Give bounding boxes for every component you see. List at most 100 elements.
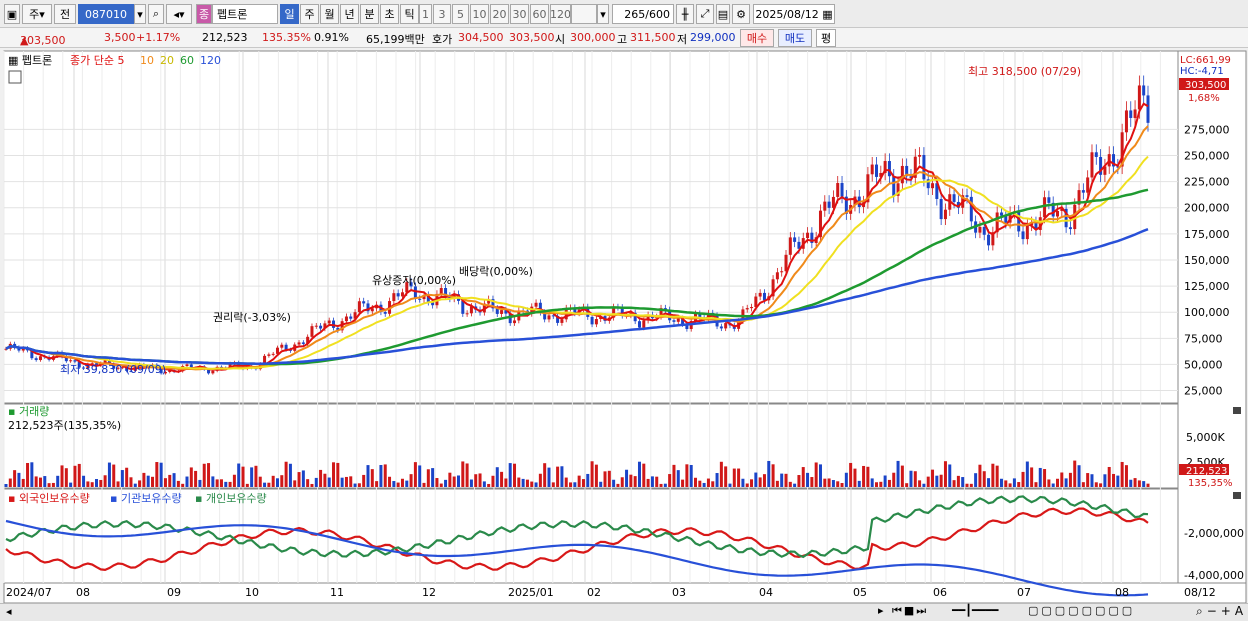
scrollbar[interactable]: ◂ ▸ ⏮■⏭ ━━┃━━━━ ▢▢▢▢▢▢▢▢ ⌕−+A xyxy=(0,603,1248,621)
save-icon[interactable]: ▤ xyxy=(716,4,730,24)
volume-bar xyxy=(245,483,249,487)
volume-bar xyxy=(922,483,926,487)
candle-body xyxy=(1025,225,1029,240)
volume-bar xyxy=(194,470,198,487)
num-5[interactable]: 30 xyxy=(510,4,529,24)
scroll-right-icon[interactable]: ▸ xyxy=(878,604,884,617)
volume-bar xyxy=(370,469,374,487)
volume-bar xyxy=(1056,478,1060,487)
chart-type-icon[interactable]: ▣ xyxy=(4,4,20,24)
volume-bar xyxy=(172,473,176,487)
volume-bar xyxy=(38,477,42,487)
volume-bar xyxy=(732,468,736,487)
holding-close-icon xyxy=(1233,492,1241,499)
volume-bar xyxy=(94,479,98,487)
num-3[interactable]: 10 xyxy=(470,4,489,24)
annotation-low: 최저 39,830 (09/09) xyxy=(60,363,166,376)
volume-bar xyxy=(655,476,659,487)
volume-bar xyxy=(336,462,340,487)
volume-bar xyxy=(482,481,486,487)
volume-bar xyxy=(207,463,211,487)
zoom-icons[interactable]: ⌕−+A xyxy=(1196,604,1247,619)
x-tick: 08 xyxy=(1115,586,1129,599)
volume-bar xyxy=(327,477,331,487)
period-select[interactable]: 주 ▾ xyxy=(22,4,52,24)
count-field[interactable]: 265/600 xyxy=(612,4,674,24)
code-dropdown-icon[interactable]: ▾ xyxy=(134,4,146,24)
volume-bar xyxy=(775,480,779,487)
candle-body xyxy=(969,196,973,222)
candle-body xyxy=(676,318,680,322)
tf-4[interactable]: 분 xyxy=(360,4,379,24)
volume-bar xyxy=(741,478,745,487)
date-field[interactable]: 2025/08/12 ▦ xyxy=(753,4,835,24)
candle-icon[interactable]: ╫ xyxy=(676,4,694,24)
num-0[interactable]: 1 xyxy=(419,4,432,24)
volume-bar xyxy=(883,475,887,487)
tf-2[interactable]: 월 xyxy=(320,4,339,24)
num-7[interactable]: 120 xyxy=(550,4,571,24)
x-tick: 2024/07 xyxy=(6,586,52,599)
eval-button[interactable]: 평 xyxy=(816,29,836,47)
volume-bar xyxy=(1090,474,1094,487)
num-1[interactable]: 3 xyxy=(433,4,451,24)
volume-bar xyxy=(926,476,930,487)
volume-bar xyxy=(284,461,288,487)
candle-body xyxy=(1133,109,1137,118)
search-icon[interactable]: ⌕ xyxy=(148,4,164,24)
volume-bar xyxy=(577,475,581,487)
spacer-select[interactable] xyxy=(571,4,597,24)
stock-chart[interactable]: 275,000 250,000 225,000 200,000 175,000 150,0… xyxy=(0,49,1248,605)
stock-code-input[interactable]: 087010 xyxy=(78,4,134,24)
volume-bar xyxy=(737,468,741,487)
volume-bar xyxy=(590,461,594,487)
y-tick: 200,000 xyxy=(1184,202,1230,215)
gear-icon[interactable]: ⚙ xyxy=(732,4,750,24)
num-2[interactable]: 5 xyxy=(452,4,469,24)
nav-button[interactable]: 전 xyxy=(54,4,76,24)
view-icons[interactable]: ▢▢▢▢▢▢▢▢ xyxy=(1028,604,1135,617)
volume-bar xyxy=(340,477,344,487)
num-6[interactable]: 60 xyxy=(530,4,549,24)
candle-body xyxy=(392,293,396,302)
candle-body xyxy=(534,302,538,307)
candle-body xyxy=(280,344,284,348)
stock-name[interactable]: 펩트론 xyxy=(212,4,278,24)
volume-bar xyxy=(237,463,241,487)
tf-5[interactable]: 초 xyxy=(380,4,399,24)
draw-icon[interactable]: ⤢ xyxy=(696,4,714,24)
volume-bar xyxy=(1051,483,1055,487)
volume-bar xyxy=(431,468,435,487)
volume-bar xyxy=(948,464,952,487)
volume-bar xyxy=(1116,475,1120,487)
candle-body xyxy=(1124,110,1128,133)
count-dropdown-icon[interactable]: ▾ xyxy=(597,4,609,24)
playback-icons[interactable]: ⏮■⏭ xyxy=(892,604,928,618)
volume-bar xyxy=(573,482,577,487)
tf-6[interactable]: 틱 xyxy=(400,4,419,24)
volume-bar xyxy=(366,465,370,487)
quote-change: 3,500 xyxy=(104,31,136,44)
volume-bar xyxy=(560,466,564,487)
volume-bar xyxy=(444,479,448,487)
tf-1[interactable]: 주 xyxy=(300,4,319,24)
candle-body xyxy=(875,164,879,177)
sell-button[interactable]: 매도 xyxy=(778,29,812,47)
sound-icon[interactable]: ◂▾ xyxy=(166,4,192,24)
volume-bar xyxy=(887,479,891,487)
candle-body xyxy=(297,342,301,345)
candle-body xyxy=(185,364,189,366)
buy-button[interactable]: 매수 xyxy=(740,29,774,47)
scroll-left-icon[interactable]: ◂ xyxy=(6,605,12,618)
volume-bar xyxy=(388,476,392,487)
candle-body xyxy=(1137,85,1141,110)
tf-0[interactable]: 일 xyxy=(280,4,299,24)
zoom-slider[interactable]: ━━┃━━━━ xyxy=(952,604,998,617)
num-4[interactable]: 20 xyxy=(490,4,509,24)
candle-body xyxy=(383,311,387,314)
volume-bar xyxy=(1142,481,1146,487)
candle-body xyxy=(750,307,754,309)
tf-3[interactable]: 년 xyxy=(340,4,359,24)
candle-body xyxy=(887,161,891,177)
volume-bar xyxy=(620,477,624,487)
